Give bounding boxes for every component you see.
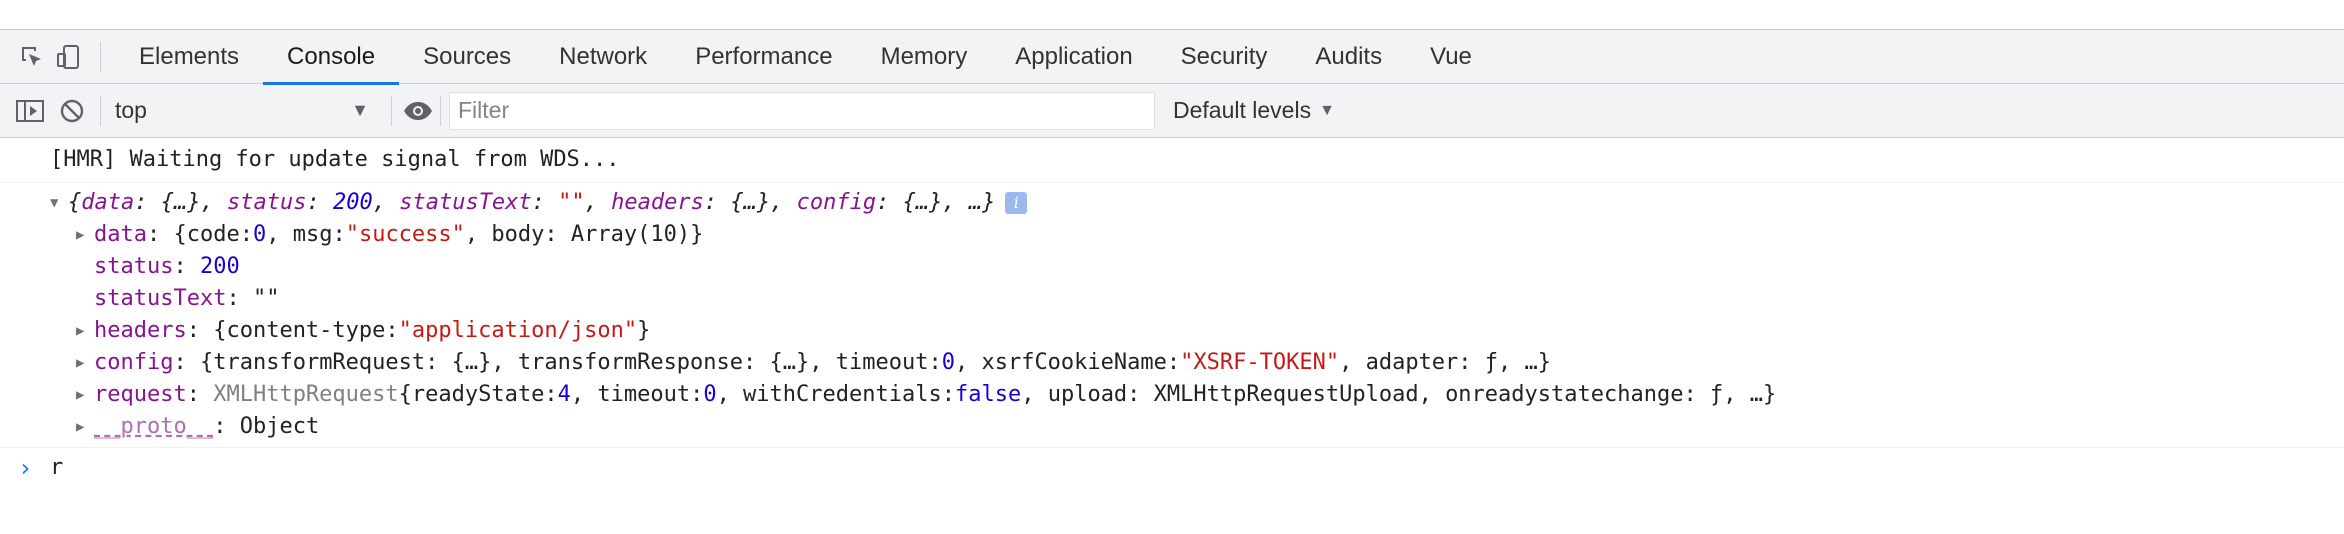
property-row-request[interactable]: ▶ request: XMLHttpRequest {readyState: 4… bbox=[50, 379, 2344, 411]
expanded-triangle-icon[interactable]: ▼ bbox=[50, 187, 68, 219]
property-row-proto[interactable]: ▶ __proto__: Object bbox=[50, 411, 2344, 443]
property-row-config[interactable]: ▶ config: {transformRequest: {…}, transf… bbox=[50, 347, 2344, 379]
tab-performance[interactable]: Performance bbox=[671, 30, 856, 84]
inspect-element-icon[interactable] bbox=[14, 30, 50, 84]
property-row-headers[interactable]: ▶ headers: {content-type: "application/j… bbox=[50, 315, 2344, 347]
tab-memory[interactable]: Memory bbox=[857, 30, 992, 84]
toolbar-separator bbox=[440, 95, 441, 126]
toolbar-separator bbox=[391, 95, 392, 126]
property-row-statustext: statusText: "" bbox=[94, 286, 280, 311]
dropdown-arrow-icon: ▼ bbox=[1319, 101, 1335, 119]
tab-application[interactable]: Application bbox=[991, 30, 1156, 84]
toolbar-separator bbox=[100, 95, 101, 126]
object-summary-row[interactable]: ▼ {data: {…}, status: 200, statusText: "… bbox=[50, 187, 2344, 219]
console-message-hmr: [HMR] Waiting for update signal from WDS… bbox=[0, 138, 2344, 183]
show-sidebar-icon[interactable] bbox=[12, 84, 48, 138]
context-selector-value: top bbox=[115, 97, 147, 123]
collapsed-triangle-icon[interactable]: ▶ bbox=[76, 379, 94, 411]
clear-console-icon[interactable] bbox=[54, 84, 90, 138]
filter-field[interactable] bbox=[449, 91, 1155, 130]
property-row-data[interactable]: ▶ data: {code: 0, msg: "success", body: … bbox=[50, 219, 2344, 251]
dropdown-arrow-icon: ▼ bbox=[351, 100, 369, 120]
context-selector[interactable]: top ▼ bbox=[107, 91, 383, 131]
tab-console[interactable]: Console bbox=[263, 30, 400, 85]
tab-audits[interactable]: Audits bbox=[1291, 30, 1406, 84]
console-object-response: ▼ {data: {…}, status: 200, statusText: "… bbox=[0, 183, 2344, 447]
collapsed-triangle-icon[interactable]: ▶ bbox=[76, 315, 94, 347]
collapsed-triangle-icon[interactable]: ▶ bbox=[76, 411, 94, 443]
console-output: [HMR] Waiting for update signal from WDS… bbox=[0, 138, 2344, 487]
console-prompt[interactable]: › r bbox=[0, 447, 2344, 487]
tab-vue[interactable]: Vue bbox=[1406, 30, 1496, 84]
log-levels-label: Default levels bbox=[1173, 97, 1312, 123]
console-message-text: [HMR] Waiting for update signal from WDS… bbox=[50, 147, 620, 172]
collapsed-triangle-icon[interactable]: ▶ bbox=[76, 219, 94, 251]
property-row-status: status: 200 bbox=[94, 254, 240, 279]
devtools-tabbar: Elements Console Sources Network Perform… bbox=[0, 30, 2344, 85]
collapsed-triangle-icon[interactable]: ▶ bbox=[76, 347, 94, 379]
tabbar-separator bbox=[100, 41, 101, 72]
prompt-chevron-icon: › bbox=[18, 453, 33, 482]
console-prompt-input[interactable]: r bbox=[50, 455, 63, 480]
live-expression-eye-icon[interactable] bbox=[400, 84, 436, 138]
tab-security[interactable]: Security bbox=[1157, 30, 1292, 84]
tab-network[interactable]: Network bbox=[535, 30, 671, 84]
info-icon[interactable]: i bbox=[1005, 192, 1028, 214]
tab-elements[interactable]: Elements bbox=[115, 30, 263, 84]
tab-sources[interactable]: Sources bbox=[399, 30, 535, 84]
device-toolbar-icon[interactable] bbox=[50, 30, 86, 84]
filter-input[interactable] bbox=[458, 92, 1154, 129]
log-levels-dropdown[interactable]: Default levels ▼ bbox=[1173, 97, 1335, 124]
window-top-strip bbox=[0, 0, 2344, 30]
console-toolbar: top ▼ Default levels ▼ bbox=[0, 84, 2344, 138]
